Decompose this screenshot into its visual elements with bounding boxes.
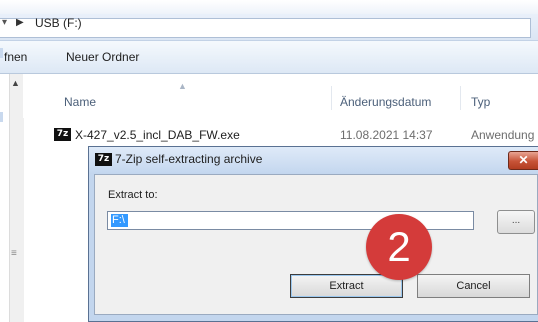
file-type: Anwendung xyxy=(471,128,535,142)
file-name[interactable]: X-427_v2.5_incl_DAB_FW.exe xyxy=(75,128,240,142)
dialog-title: 7-Zip self-extracting archive xyxy=(115,152,263,166)
extract-to-label: Extract to: xyxy=(108,189,158,201)
column-header-date[interactable]: Änderungsdatum xyxy=(340,95,431,109)
browse-button[interactable]: ... xyxy=(497,210,535,234)
column-divider[interactable] xyxy=(460,86,461,110)
scroll-up-arrow-icon[interactable]: ▲ xyxy=(11,78,20,88)
breadcrumb-arrow-icon[interactable]: ▶ xyxy=(16,17,24,28)
navigation-scrollbar[interactable] xyxy=(9,74,24,322)
toolbar-open-button[interactable]: fnen xyxy=(4,50,27,64)
file-date: 11.08.2021 14:37 xyxy=(340,128,433,142)
nav-selection-mark xyxy=(0,48,3,58)
window-top-strip xyxy=(0,0,538,14)
new-folder-button[interactable]: Neuer Ordner xyxy=(66,50,139,64)
7zip-archive-icon: 7z xyxy=(54,128,71,141)
selected-path-text: F:\ xyxy=(111,214,128,227)
column-header-type[interactable]: Typ xyxy=(471,95,490,109)
column-divider[interactable] xyxy=(331,86,332,110)
scrollbar-grip-icon[interactable]: ≡ xyxy=(11,248,17,259)
nav-selection-mark xyxy=(0,112,3,122)
column-header-name[interactable]: Name xyxy=(64,95,96,109)
7zip-app-icon: 7z xyxy=(95,153,112,166)
close-icon[interactable]: ✕ xyxy=(508,151,538,170)
sort-ascending-icon: ▲ xyxy=(178,81,187,91)
cancel-button[interactable]: Cancel xyxy=(417,274,530,298)
explorer-toolbar: fnen Neuer Ordner xyxy=(0,41,538,74)
breadcrumb-usb-drive[interactable]: USB (F:) xyxy=(35,16,82,30)
address-bar: ▾ ▶ USB (F:) xyxy=(0,14,538,41)
step-number-badge: 2 xyxy=(366,214,432,280)
address-history-icon[interactable]: ▾ xyxy=(2,17,7,28)
